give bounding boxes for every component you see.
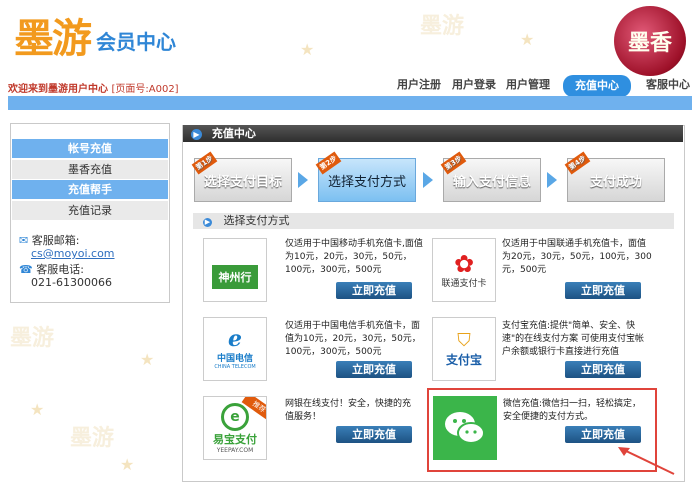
top-bar [8, 96, 692, 110]
nav-service-center[interactable]: 客服中心 [646, 76, 690, 94]
section-title: 选择支付方式 [223, 214, 290, 227]
mail-icon: ✉ [19, 234, 29, 247]
nav-user-manage[interactable]: 用户管理 [506, 76, 550, 94]
section-header: ▶ 选择支付方式 [193, 213, 674, 229]
step-3: 第3步 输入支付信息 [440, 151, 541, 202]
recharge-button-telecom[interactable]: 立即充值 [336, 361, 412, 378]
recharge-button-alipay[interactable]: 立即充值 [565, 361, 641, 378]
recharge-button-unicom[interactable]: 立即充值 [565, 282, 641, 299]
panel-title: 充值中心 [211, 127, 256, 140]
email-label: ✉ 客服邮箱: [19, 234, 80, 247]
recharge-button-mobile[interactable]: 立即充值 [336, 282, 412, 299]
watermark: 墨游 [10, 326, 55, 351]
nav-register[interactable]: 用户注册 [397, 76, 441, 94]
star-decoration: ★ [520, 30, 535, 49]
sidebar-item-recharge-records[interactable]: 充值记录 [12, 200, 168, 220]
nav-login[interactable]: 用户登录 [452, 76, 496, 94]
star-decoration: ★ [120, 455, 135, 474]
star-decoration: ★ [300, 40, 315, 59]
method-desc: 支付宝充值:提供"简单、安全、快速"的在线支付方案 可使用支付宝帐户余额或银行卡… [502, 321, 645, 357]
welcome-text: 欢迎来到墨游用户中心 [页面号:A002] [8, 84, 179, 95]
phone-icon: ☎ [19, 263, 33, 276]
phone-number: 021-61300066 [31, 276, 112, 289]
shield-icon: ⛉ [457, 329, 471, 351]
step-arrow-icon [298, 172, 308, 188]
panel-header: ▶ 充值中心 [183, 125, 683, 142]
method-desc: 网银在线支付！安全，快捷的充值服务！ [285, 399, 412, 422]
nav-recharge-center[interactable]: 充值中心 [563, 75, 631, 97]
step-arrow-icon [547, 172, 557, 188]
game-seal-logo: 墨香 [614, 6, 686, 76]
shenzhouxing-logo: 神州行 [203, 238, 267, 302]
unicom-logo: ✿ 联通支付卡 [432, 238, 496, 302]
bullet-icon: ▶ [203, 218, 212, 227]
recharge-button-yeepay[interactable]: 立即充值 [336, 426, 412, 443]
email-link[interactable]: cs@moyoi.com [31, 247, 115, 260]
method-desc: 仅适用于中国联通手机充值卡，面值为20元，30元，50元，100元，300元，5… [502, 239, 652, 275]
unicom-knot-icon: ✿ [453, 249, 475, 278]
step-arrow-icon [423, 172, 433, 188]
site-logo: 墨游 [14, 15, 92, 62]
telecom-icon: ℯ [228, 326, 242, 352]
arrow-icon: ▶ [191, 129, 202, 140]
step-4: 第4步 支付成功 [564, 151, 665, 202]
logo-subtitle: 会员中心 [96, 30, 176, 54]
method-desc: 仅适用于中国电信手机充值卡，面值为10元，20元，30元，50元，100元，30… [285, 321, 421, 357]
page-code: [页面号:A002] [111, 84, 179, 95]
star-decoration: ★ [140, 350, 155, 369]
watermark: 墨游 [420, 14, 465, 39]
phone-label: ☎ 客服电话: [19, 263, 84, 276]
yeepay-logo: 推荐 e 易宝支付 YEEPAY.COM [203, 396, 267, 460]
red-arrow-annotation [618, 447, 675, 475]
sidebar-item-moxiang-recharge[interactable]: 墨香充值 [12, 159, 168, 179]
step-2-current: 第2步 选择支付方式 [315, 151, 416, 202]
sidebar-item-recharge-helper[interactable]: 充值帮手 [12, 180, 168, 199]
yeepay-icon: e [221, 402, 249, 431]
sidebar-item-account-recharge[interactable]: 帐号充值 [12, 139, 168, 158]
watermark: 墨游 [70, 426, 115, 451]
star-decoration: ★ [30, 400, 45, 419]
sidebar: 帐号充值 墨香充值 充值帮手 充值记录 ✉ 客服邮箱: cs@moyoi.com… [10, 123, 170, 303]
step-1: 第1步 选择支付目标 [191, 151, 292, 202]
telecom-logo: ℯ 中国电信 CHINA TELECOM [203, 317, 267, 381]
alipay-logo: ⛉ 支付宝 [432, 317, 496, 381]
method-desc: 仅适用于中国移动手机充值卡,面值为10元，20元，30元，50元，100元，30… [285, 239, 423, 275]
